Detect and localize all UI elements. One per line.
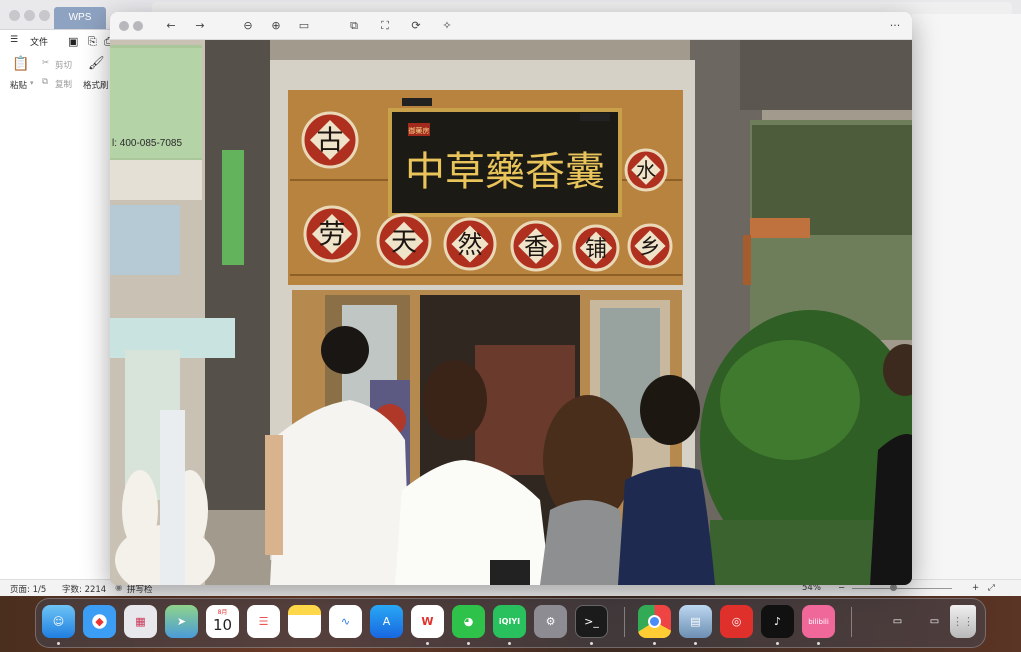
chrome-icon[interactable]: [638, 605, 671, 638]
export-icon[interactable]: ⎘: [88, 35, 97, 49]
calendar-day: 10: [212, 616, 233, 634]
medallion-character: 香: [524, 233, 548, 261]
rotate-icon[interactable]: ⟳: [408, 18, 424, 34]
bilibili-icon[interactable]: bilibili: [802, 605, 835, 638]
calendar-icon[interactable]: 8月 10: [206, 605, 239, 638]
close-window-icon[interactable]: [119, 21, 129, 31]
zoom-slider[interactable]: [852, 588, 952, 589]
dock: ☺ ◆ ▦ ➤ 8月 10 ☰ ∿ A W ◕ iQIYI ⚙ >_ ▤ ◎ ♪…: [35, 598, 986, 648]
iqiyi-running-indicator: [508, 642, 511, 645]
fit-icon[interactable]: ▭: [296, 18, 312, 34]
word-count: 字数: 2214: [62, 585, 107, 595]
finder-icon[interactable]: ☺: [42, 605, 75, 638]
minimize-window-icon[interactable]: [133, 21, 143, 31]
medallion-character: 然: [457, 230, 482, 259]
paste-icon[interactable]: 📋: [12, 56, 29, 72]
freeform-icon[interactable]: ∿: [329, 605, 362, 638]
page-indicator: 页面: 1/5: [10, 585, 47, 595]
chrome-running-indicator: [653, 642, 656, 645]
launchpad-icon[interactable]: ▦: [124, 605, 157, 638]
wechat-icon[interactable]: ◕: [452, 605, 485, 638]
documents-folder-icon[interactable]: ▭: [918, 605, 951, 638]
paste-button[interactable]: 粘贴: [10, 79, 27, 91]
sign-main-text: 中草藥香囊: [405, 149, 605, 195]
zoom-slider-knob[interactable]: [890, 584, 897, 591]
sign-small-text: 御藥房: [409, 126, 430, 135]
resize-icon[interactable]: ⧉: [346, 18, 362, 34]
image-viewer-window: ← → ⊖ ⊕ ▭ ⧉ ⛶ ⟳ ✧ ··· 御藥房 中草藥香囊 古 水 劳 天 …: [110, 12, 912, 585]
iqiyi-icon[interactable]: iQIYI: [493, 605, 526, 638]
bilibili-running-indicator: [817, 642, 820, 645]
preview-icon[interactable]: ▤: [679, 605, 712, 638]
viewer-toolbar: ← → ⊖ ⊕ ▭ ⧉ ⛶ ⟳ ✧ ···: [110, 12, 912, 40]
menu-file[interactable]: 文件: [30, 35, 48, 48]
medallion-character: 水: [636, 158, 656, 182]
medallion-character: 乡: [640, 235, 661, 259]
more-icon[interactable]: ···: [887, 18, 903, 34]
dock-separator: [624, 607, 625, 637]
downloads-folder-icon[interactable]: ▭: [881, 605, 914, 638]
maximize-window-icon[interactable]: [39, 10, 50, 21]
finder-running-indicator: [57, 642, 60, 645]
cut-icon[interactable]: ✂: [42, 58, 49, 68]
maps-icon[interactable]: ➤: [165, 605, 198, 638]
paste-dropdown-icon[interactable]: ▾: [30, 79, 34, 87]
back-icon[interactable]: ←: [163, 18, 179, 34]
enhance-icon[interactable]: ✧: [439, 18, 455, 34]
app-store-icon[interactable]: A: [370, 605, 403, 638]
copy-button[interactable]: 复制: [55, 78, 72, 90]
medallion-character: 天: [391, 227, 417, 257]
notes-icon[interactable]: [288, 605, 321, 638]
phone-number-text: l: 400-085-7085: [112, 138, 182, 149]
safari-icon[interactable]: ◆: [83, 605, 116, 638]
cut-button[interactable]: 剪切: [55, 59, 72, 71]
fullscreen-icon[interactable]: ⤢: [988, 583, 995, 593]
system-settings-icon[interactable]: ⚙: [534, 605, 567, 638]
save-icon[interactable]: ▣: [68, 35, 78, 48]
dock-separator: [851, 607, 852, 637]
zoom-out-icon[interactable]: ⊖: [240, 18, 256, 34]
zoom-plus-icon[interactable]: +: [972, 583, 979, 593]
format-painter-icon[interactable]: 🖌: [88, 56, 105, 71]
tiktok-icon[interactable]: ♪: [761, 605, 794, 638]
tiktok-running-indicator: [776, 642, 779, 645]
wps-tab[interactable]: WPS: [54, 7, 106, 29]
wechat-running-indicator: [467, 642, 470, 645]
zoom-in-icon[interactable]: ⊕: [268, 18, 284, 34]
photo-canvas: 御藥房 中草藥香囊 古水劳 天 然 香 铺 乡 l: 400-085-7085: [110, 40, 912, 585]
medallion-character: 古: [317, 126, 344, 157]
medallion-character: 铺: [585, 237, 607, 262]
document-area: [912, 14, 1021, 579]
medallion-character: 劳: [319, 220, 346, 251]
trash-icon[interactable]: ⋮⋮: [950, 605, 976, 638]
preview-running-indicator: [694, 642, 697, 645]
menu-icon[interactable]: ☰: [10, 35, 18, 45]
terminal-running-indicator: [590, 642, 593, 645]
close-window-icon[interactable]: [9, 10, 20, 21]
minimize-window-icon[interactable]: [24, 10, 35, 21]
crop-icon[interactable]: ⛶: [377, 18, 393, 34]
wps-office-icon[interactable]: W: [411, 605, 444, 638]
copy-icon[interactable]: ⧉: [42, 77, 48, 87]
format-painter-button[interactable]: 格式刷: [83, 79, 109, 91]
terminal-icon[interactable]: >_: [575, 605, 608, 638]
netease-music-icon[interactable]: ◎: [720, 605, 753, 638]
wps-running-indicator: [426, 642, 429, 645]
reminders-icon[interactable]: ☰: [247, 605, 280, 638]
forward-icon[interactable]: →: [192, 18, 208, 34]
storefront-photo: 御藥房 中草藥香囊 古水劳 天 然 香 铺 乡 l: 400-085-7085: [110, 40, 912, 585]
